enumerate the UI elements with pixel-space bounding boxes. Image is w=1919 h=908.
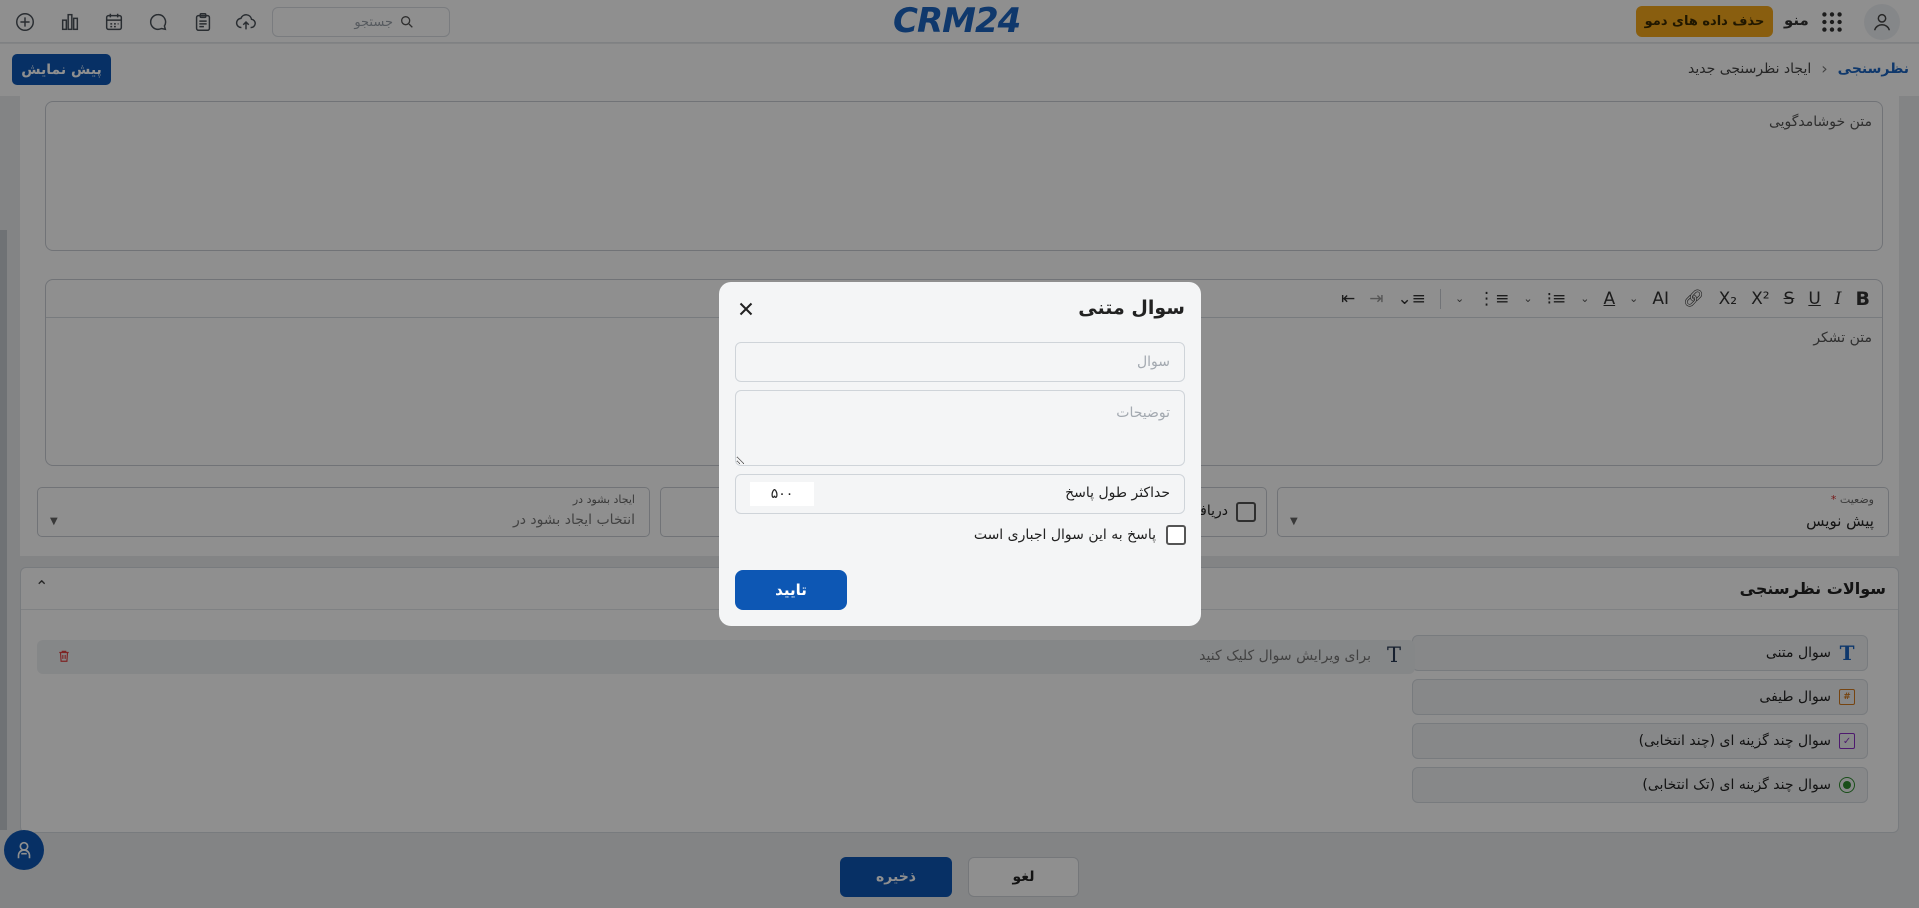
question-input[interactable] — [735, 342, 1185, 382]
max-length-input[interactable] — [750, 482, 814, 506]
required-label: پاسخ به این سوال اجباری است — [973, 527, 1156, 543]
max-length-field: حداکثر طول پاسخ — [735, 474, 1185, 514]
close-icon[interactable] — [735, 298, 757, 320]
dialog-title: سوال متنی — [1078, 297, 1185, 319]
required-checkbox-row[interactable]: پاسخ به این سوال اجباری است — [974, 525, 1186, 545]
description-textarea[interactable] — [735, 390, 1185, 466]
required-checkbox[interactable] — [1166, 525, 1186, 545]
max-length-label: حداکثر طول پاسخ — [1065, 485, 1170, 501]
confirm-button[interactable]: تایید — [735, 570, 847, 610]
text-question-dialog: سوال متنی حداکثر طول پاسخ پاسخ به این سو… — [719, 282, 1201, 626]
